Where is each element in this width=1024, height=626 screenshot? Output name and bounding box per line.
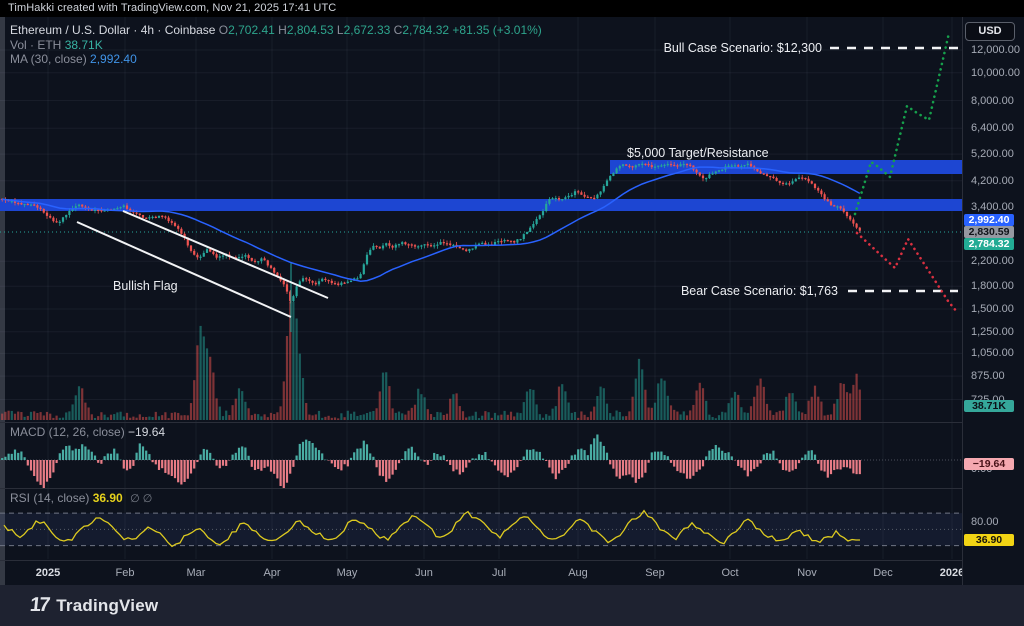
bull-case-annotation[interactable]: Bull Case Scenario: $12,300 [600,41,822,55]
price-tick: 2,200.00 [971,255,1014,267]
price-tick: 12,000.00 [971,44,1020,56]
price-tick: 875.00 [971,370,1005,382]
hidden-plot-icons[interactable]: ∅ ∅ [126,493,152,505]
price-tick: 8,000.00 [971,95,1014,107]
resistance-annotation[interactable]: $5,000 Target/Resistance [627,146,769,160]
open-label: O [219,23,228,37]
macd-label: MACD (12, 26, close) [10,425,125,439]
close-value: 2,784.32 [402,23,449,37]
time-tick: Nov [797,567,817,579]
time-tick: Dec [873,567,893,579]
ma-legend[interactable]: MA (30, close) 2,992.40 [10,52,137,66]
attribution-bar: TimHakki created with TradingView.com, N… [0,0,1024,17]
axis-value-badge: 38.71K [964,400,1014,412]
rsi-80-tick: 80.00 [971,516,999,528]
tradingview-logo-icon: 17 [29,594,50,617]
time-tick: Jun [415,567,433,579]
price-tick: 3,400.00 [971,201,1014,213]
price-tick: 1,500.00 [971,303,1014,315]
time-tick: May [337,567,358,579]
time-tick: Mar [187,567,206,579]
tradingview-chart-window: TimHakki created with TradingView.com, N… [0,0,1024,626]
price-tick: 6,400.00 [971,122,1014,134]
volume-legend[interactable]: Vol · ETH 38.71K [10,38,103,52]
price-tick: 1,050.00 [971,347,1014,359]
axis-value-badge: 2,992.40 [964,214,1014,226]
ma-label: MA (30, close) [10,52,87,66]
bear-case-annotation[interactable]: Bear Case Scenario: $1,763 [620,284,838,298]
symbol-legend[interactable]: Ethereum / U.S. Dollar · 4h · Coinbase O… [10,23,542,37]
axis-value-badge: 2,830.59 [964,226,1014,238]
time-tick: Oct [721,567,738,579]
price-scale[interactable]: USD 0.00 80.00 12,000.0010,000.008,000.0… [962,17,1024,585]
axis-value-badge: 2,784.32 [964,238,1014,250]
currency-button[interactable]: USD [965,22,1015,41]
time-axis[interactable]: 2025 Feb Mar Apr May Jun Jul Aug Sep Oct Nov Dec 202… [0,560,962,586]
price-tick: 10,000.00 [971,67,1020,79]
time-tick: Feb [116,567,135,579]
rsi-legend[interactable]: RSI (14, close) 36.90 ∅ ∅ [10,491,152,505]
time-tick: Aug [568,567,588,579]
time-tick: Jul [492,567,506,579]
change-value: +81.35 (+3.01%) [452,23,541,37]
bullish-flag-annotation[interactable]: Bullish Flag [113,279,178,293]
volume-value: 38.71K [65,38,103,52]
ma-value: 2,992.40 [90,52,137,66]
rsi-label: RSI (14, close) [10,491,89,505]
time-tick: 2025 [36,567,60,579]
volume-label: Vol · ETH [10,38,61,52]
axis-value-badge: −19.64 [964,458,1014,470]
attribution-text: TimHakki created with TradingView.com, N… [8,2,336,14]
high-value: 2,804.53 [287,23,334,37]
price-tick: 5,200.00 [971,148,1014,160]
price-pane-canvas[interactable] [0,17,962,422]
symbol-title[interactable]: Ethereum / U.S. Dollar · 4h · Coinbase [10,23,215,37]
low-value: 2,672.33 [344,23,391,37]
open-value: 2,702.41 [228,23,275,37]
high-label: H [278,23,287,37]
tradingview-logo-text: TradingView [56,596,158,616]
bottom-bar: 17 TradingView [0,585,1024,626]
tradingview-logo[interactable]: 17 TradingView [30,594,158,617]
price-tick: 1,250.00 [971,326,1014,338]
time-tick: Sep [645,567,665,579]
macd-value: −19.64 [128,425,165,439]
low-label: L [337,23,344,37]
time-tick: 2026 [940,567,962,579]
price-tick: 1,800.00 [971,280,1014,292]
axis-value-badge: 36.90 [964,534,1014,546]
price-tick: 4,200.00 [971,175,1014,187]
macd-legend[interactable]: MACD (12, 26, close) −19.64 [10,425,165,439]
rsi-value: 36.90 [93,491,123,505]
time-tick: Apr [263,567,280,579]
